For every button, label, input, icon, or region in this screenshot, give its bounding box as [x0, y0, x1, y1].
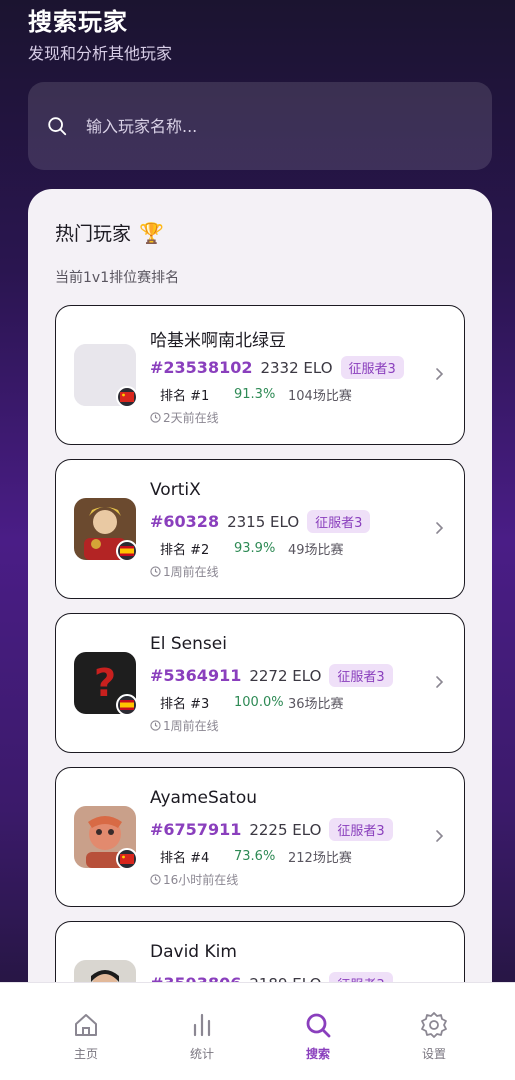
- spain-flag-icon: [116, 540, 138, 562]
- search-input[interactable]: [86, 116, 446, 136]
- player-matches: 104场比赛: [288, 389, 352, 404]
- player-winrate: 73.6%: [234, 849, 276, 864]
- clock-icon: [150, 874, 161, 885]
- panel-title-text: 热门玩家: [55, 223, 132, 245]
- clock-icon: [150, 720, 161, 731]
- home-icon: [75, 1014, 97, 1036]
- last-online: 2天前在线: [150, 409, 219, 426]
- player-rank: 排名 #2: [160, 543, 210, 558]
- player-winrate: 91.3%: [234, 387, 276, 402]
- search-box[interactable]: [28, 82, 492, 170]
- tab-label: 设置: [421, 1047, 446, 1061]
- player-card[interactable]: ? El Sensei #5364911 2272 ELO 征服者3 排名 #3…: [55, 613, 465, 753]
- player-name: El Sensei: [150, 634, 227, 654]
- rank-badge: 征服者3: [329, 664, 393, 687]
- chevron-right-icon: [436, 676, 444, 688]
- player-matches: 36场比赛: [288, 697, 344, 712]
- tab-label: 统计: [189, 1047, 214, 1061]
- search-icon: [306, 1013, 331, 1038]
- player-id: #6757911: [150, 820, 242, 839]
- player-winrate: 100.0%: [234, 695, 284, 710]
- china-flag-icon: [116, 386, 138, 408]
- player-name: VortiX: [150, 480, 201, 500]
- last-online-text: 1周前在线: [163, 719, 219, 733]
- chevron-right-icon: [436, 522, 444, 534]
- player-id: #60328: [150, 512, 220, 531]
- player-name: AyameSatou: [150, 788, 258, 808]
- player-rank: 排名 #3: [160, 697, 210, 712]
- last-online: 16小时前在线: [150, 871, 238, 888]
- page-title: 搜索玩家: [28, 8, 128, 36]
- player-elo: 2272 ELO: [249, 666, 322, 685]
- player-card[interactable]: AyameSatou #6757911 2225 ELO 征服者3 排名 #4 …: [55, 767, 465, 907]
- player-elo: 2315 ELO: [227, 512, 300, 531]
- player-card[interactable]: 哈基米啊南北绿豆 #23538102 2332 ELO 征服者3 排名 #1 9…: [55, 305, 465, 445]
- last-online-text: 16小时前在线: [163, 873, 239, 887]
- player-matches: 49场比赛: [288, 543, 344, 558]
- player-id: #5364911: [150, 666, 242, 685]
- last-online: 1周前在线: [150, 717, 219, 734]
- player-winrate: 93.9%: [234, 541, 276, 556]
- tab-stats[interactable]: 统计: [162, 1011, 242, 1062]
- tab-label: 搜索: [305, 1047, 330, 1061]
- search-icon: [48, 117, 67, 136]
- last-online-text: 2天前在线: [163, 411, 219, 425]
- spain-flag-icon: [116, 694, 138, 716]
- rank-badge: 征服者3: [340, 356, 404, 379]
- last-online: 1周前在线: [150, 563, 219, 580]
- chevron-right-icon: [436, 830, 444, 842]
- trophy-icon: 🏆: [139, 220, 164, 245]
- player-card[interactable]: VortiX #60328 2315 ELO 征服者3 排名 #2 93.9% …: [55, 459, 465, 599]
- panel-title: 热门玩家 🏆: [55, 219, 164, 246]
- player-matches: 212场比赛: [288, 851, 352, 866]
- player-elo: 2332 ELO: [260, 358, 333, 377]
- clock-icon: [150, 566, 161, 577]
- player-name: David Kim: [150, 942, 237, 962]
- svg-text:?: ?: [94, 661, 116, 705]
- china-flag-icon: [116, 848, 138, 870]
- page-subtitle: 发现和分析其他玩家: [28, 44, 173, 63]
- page-header: 搜索玩家 发现和分析其他玩家: [28, 6, 172, 64]
- tab-label: 主页: [73, 1047, 98, 1061]
- player-elo: 2225 ELO: [249, 820, 322, 839]
- panel-subtitle: 当前1v1排位赛排名: [55, 270, 180, 286]
- popular-players-panel: 热门玩家 🏆 当前1v1排位赛排名 哈基米啊南北绿豆 #23538102 233…: [28, 189, 492, 1080]
- player-rank: 排名 #4: [160, 851, 210, 866]
- settings-icon: [421, 1012, 447, 1038]
- player-name: 哈基米啊南北绿豆: [150, 331, 286, 351]
- player-id: #23538102: [150, 358, 253, 377]
- tab-search[interactable]: 搜索: [278, 1011, 358, 1062]
- rank-badge: 征服者3: [329, 818, 393, 841]
- last-online-text: 1周前在线: [163, 565, 219, 579]
- clock-icon: [150, 412, 161, 423]
- stats-icon: [193, 1013, 211, 1037]
- rank-badge: 征服者3: [307, 510, 371, 533]
- tab-home[interactable]: 主页: [46, 1011, 126, 1062]
- chevron-right-icon: [436, 368, 444, 380]
- player-rank: 排名 #1: [160, 389, 210, 404]
- bottom-tab-bar: 主页 统计 搜索 设置: [0, 982, 515, 1080]
- tab-settings[interactable]: 设置: [394, 1011, 474, 1062]
